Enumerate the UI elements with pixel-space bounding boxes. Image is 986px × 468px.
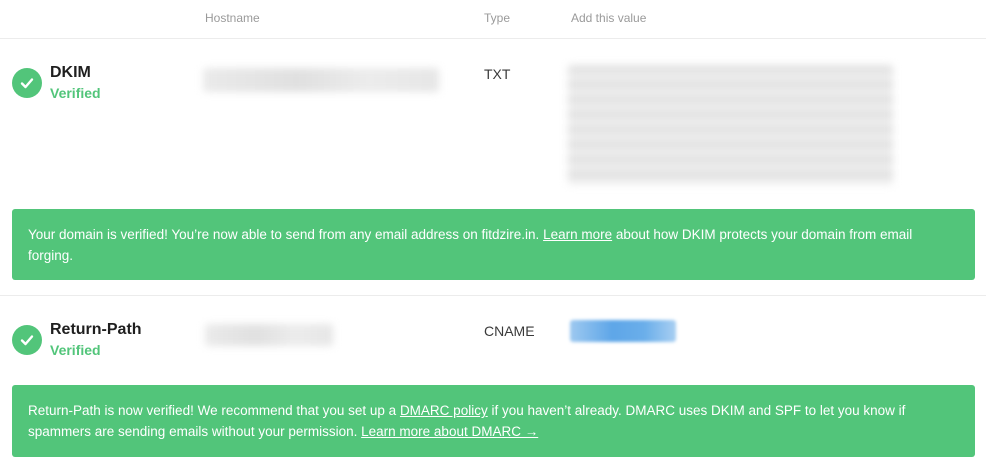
record-type: TXT: [484, 66, 511, 82]
notice-text: Return-Path is now verified! We recommen…: [28, 403, 400, 418]
learn-more-dmarc-link[interactable]: Learn more about DMARC →: [361, 424, 538, 439]
redacted-value[interactable]: [568, 65, 893, 185]
record-type: CNAME: [484, 323, 535, 339]
dkim-record-row: DKIM Verified TXT Your domain is verifie…: [0, 39, 986, 295]
record-status: Verified: [50, 85, 101, 101]
redacted-hostname: [205, 324, 333, 346]
type-column-header: Type: [484, 11, 511, 25]
hostname-column-header: Hostname: [205, 11, 260, 25]
dmarc-policy-link[interactable]: DMARC policy: [400, 403, 488, 418]
record-name: Return-Path: [50, 321, 142, 338]
return-path-record-row: Return-Path Verified CNAME Return-Path i…: [0, 296, 986, 468]
table-header: Hostname Type Add this value: [0, 0, 986, 39]
return-path-verified-notice: Return-Path is now verified! We recommen…: [12, 385, 975, 457]
record-status: Verified: [50, 342, 101, 358]
dkim-verified-notice: Your domain is verified! You’re now able…: [12, 209, 975, 280]
record-name: DKIM: [50, 64, 91, 81]
value-column-header: Add this value: [571, 11, 647, 25]
notice-text: Your domain is verified! You’re now able…: [28, 227, 540, 242]
check-circle-icon: [12, 325, 42, 355]
check-circle-icon: [12, 68, 42, 98]
learn-more-link[interactable]: Learn more: [543, 227, 612, 242]
redacted-value[interactable]: [570, 320, 676, 342]
redacted-hostname: [203, 68, 439, 92]
